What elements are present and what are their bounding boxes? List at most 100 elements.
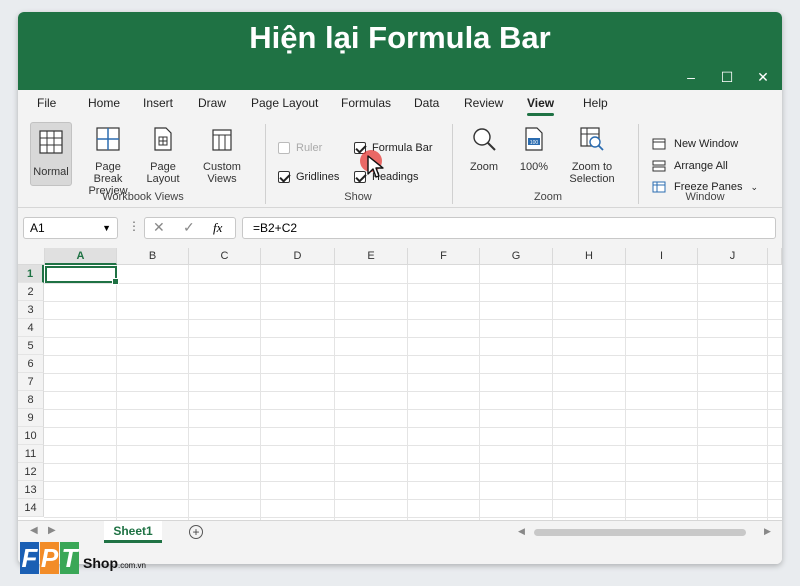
fpt-shop-logo: F P T Shop.com.vn <box>20 530 146 574</box>
add-sheet-icon[interactable]: + <box>189 525 203 539</box>
group-label-zoom: Zoom <box>533 191 563 203</box>
row-header[interactable]: 9 <box>18 409 44 427</box>
page-break-preview-button[interactable]: Page Break Preview <box>80 126 136 197</box>
formula-bar: A1 ▼ ⋮ ✕ ✓ fx =B2+C2 <box>18 208 782 248</box>
headings-checkbox[interactable]: Headings <box>354 171 418 183</box>
group-label-show: Show <box>344 191 372 203</box>
row-header[interactable]: 1 <box>18 265 44 283</box>
gridline <box>44 391 782 392</box>
column-header[interactable]: G <box>480 248 553 265</box>
worksheet-grid[interactable]: A B C D E F G H I J 1 2 3 4 5 6 7 8 9 10… <box>18 248 782 520</box>
insert-function-icon[interactable]: fx <box>213 220 222 236</box>
maximize-button[interactable]: ☐ <box>709 64 745 90</box>
row-header[interactable]: 5 <box>18 337 44 355</box>
group-label-window: Window <box>685 191 725 203</box>
gridline <box>407 265 408 520</box>
logo-letter: F <box>20 542 39 574</box>
name-box[interactable]: A1 ▼ <box>23 217 118 239</box>
row-header[interactable]: 8 <box>18 391 44 409</box>
select-all-corner[interactable] <box>18 248 45 265</box>
more-options-icon[interactable]: ⋮ <box>128 219 140 233</box>
close-button[interactable]: ✕ <box>745 64 781 90</box>
new-window-button[interactable]: New Window <box>652 138 738 150</box>
normal-view-label: Normal <box>33 166 69 178</box>
gridline <box>44 427 782 428</box>
hscroll-right-icon[interactable]: ▶ <box>764 526 771 537</box>
tab-review[interactable]: Review <box>464 90 503 118</box>
name-box-value: A1 <box>30 221 45 235</box>
gridline <box>188 265 189 520</box>
name-box-dropdown-icon[interactable]: ▼ <box>102 218 111 238</box>
mouse-cursor-icon <box>367 155 384 178</box>
zoom-label: Zoom <box>469 161 499 173</box>
page-layout-view-button[interactable]: Page Layout <box>140 126 186 190</box>
custom-views-button[interactable]: Custom Views <box>188 126 256 185</box>
new-window-label: New Window <box>674 138 739 150</box>
normal-view-icon <box>39 130 63 154</box>
custom-views-icon <box>212 129 232 151</box>
tab-file[interactable]: File <box>37 90 56 118</box>
gridlines-checkbox-box <box>278 171 290 183</box>
logo-shop: Shop <box>83 555 118 571</box>
horizontal-scrollbar-thumb[interactable] <box>534 529 746 536</box>
column-header[interactable]: A <box>45 248 117 265</box>
column-header[interactable]: C <box>189 248 261 265</box>
gridline <box>44 517 782 518</box>
column-header[interactable]: D <box>261 248 335 265</box>
column-header[interactable]: H <box>553 248 626 265</box>
row-header[interactable]: 4 <box>18 319 44 337</box>
formula-input[interactable]: =B2+C2 <box>242 217 776 239</box>
arrange-all-icon <box>652 160 666 172</box>
logo-shop-text: Shop.com.vn <box>83 555 146 574</box>
row-header[interactable]: 2 <box>18 283 44 301</box>
tab-draw[interactable]: Draw <box>198 90 226 118</box>
column-header[interactable]: I <box>626 248 698 265</box>
zoom-to-selection-button[interactable]: Zoom to Selection <box>564 126 620 190</box>
tab-formulas[interactable]: Formulas <box>341 90 391 118</box>
banner-title: Hiện lại Formula Bar <box>18 12 782 64</box>
row-header[interactable]: 12 <box>18 463 44 481</box>
arrange-all-button[interactable]: Arrange All <box>652 160 728 172</box>
cancel-icon[interactable]: ✕ <box>153 219 165 236</box>
tab-help[interactable]: Help <box>583 90 608 118</box>
tab-insert[interactable]: Insert <box>143 90 173 118</box>
page-layout-label: Page Layout <box>146 161 180 185</box>
row-header[interactable]: 6 <box>18 355 44 373</box>
gridline <box>334 265 335 520</box>
tab-home[interactable]: Home <box>88 90 120 118</box>
column-header[interactable]: J <box>698 248 768 265</box>
minimize-button[interactable]: – <box>673 64 709 90</box>
row-header[interactable]: 13 <box>18 481 44 499</box>
tab-view[interactable]: View <box>527 90 555 118</box>
column-header-partial <box>768 248 782 265</box>
tab-data[interactable]: Data <box>414 90 439 118</box>
gridline <box>767 265 768 520</box>
freeze-panes-icon <box>652 181 666 193</box>
row-header[interactable]: 10 <box>18 427 44 445</box>
column-header[interactable]: F <box>408 248 480 265</box>
formula-controls: ✕ ✓ fx <box>144 217 236 239</box>
zoom-100-button[interactable]: 100 100% <box>514 126 554 182</box>
column-header[interactable]: E <box>335 248 408 265</box>
normal-view-button[interactable]: Normal <box>30 122 72 186</box>
gridline <box>479 265 480 520</box>
row-header[interactable]: 3 <box>18 301 44 319</box>
gridline <box>44 301 782 302</box>
selected-cell-a1[interactable] <box>45 266 119 285</box>
ruler-checkbox[interactable]: Ruler <box>278 142 322 154</box>
gridline <box>44 481 782 482</box>
enter-check-icon[interactable]: ✓ <box>183 219 195 236</box>
logo-letter: P <box>40 542 59 574</box>
row-header[interactable]: 7 <box>18 373 44 391</box>
column-header[interactable]: B <box>117 248 189 265</box>
zoom-to-selection-label: Zoom to Selection <box>569 161 615 185</box>
hscroll-left-icon[interactable]: ◀ <box>518 526 525 537</box>
zoom-button[interactable]: Zoom <box>464 126 504 182</box>
gridlines-checkbox[interactable]: Gridlines <box>278 171 339 183</box>
logo-domain: .com.vn <box>118 561 147 570</box>
gridline <box>44 355 782 356</box>
tab-page-layout[interactable]: Page Layout <box>251 90 318 118</box>
ruler-checkbox-box <box>278 142 290 154</box>
row-header[interactable]: 14 <box>18 499 44 517</box>
row-header[interactable]: 11 <box>18 445 44 463</box>
